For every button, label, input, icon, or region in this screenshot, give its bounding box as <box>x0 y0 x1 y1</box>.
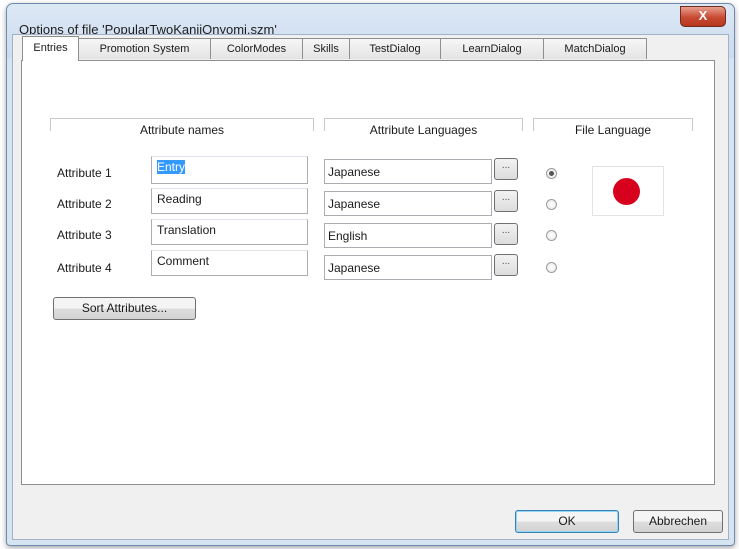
close-button[interactable]: X <box>680 6 726 27</box>
attribute-1-name-input[interactable]: Entry <box>151 156 308 184</box>
attribute-3-name-input[interactable]: Translation <box>151 219 308 245</box>
options-dialog: Options of file 'PopularTwoKanjiOnyomi.s… <box>6 3 735 546</box>
attribute-1-label: Attribute 1 <box>57 166 112 180</box>
tab-entries[interactable]: Entries <box>22 36 79 61</box>
tab-colormodes[interactable]: ColorModes <box>210 38 303 59</box>
tab-promotion-system[interactable]: Promotion System <box>78 38 211 59</box>
attribute-1-name-value: Entry <box>157 160 186 174</box>
tab-learndialog[interactable]: LearnDialog <box>440 38 544 59</box>
attribute-1-language-field[interactable]: Japanese <box>324 159 492 184</box>
header-file-language: File Language <box>533 118 693 141</box>
cancel-button[interactable]: Abbrechen <box>633 510 723 533</box>
attribute-3-file-language-radio[interactable] <box>546 230 557 241</box>
tab-skills[interactable]: Skills <box>302 38 350 59</box>
tab-matchdialog[interactable]: MatchDialog <box>543 38 647 59</box>
attribute-2-language-field[interactable]: Japanese <box>324 191 492 216</box>
tab-testdialog[interactable]: TestDialog <box>349 38 441 59</box>
japan-flag-icon <box>592 166 664 216</box>
header-attribute-names: Attribute names <box>50 118 314 141</box>
attribute-4-file-language-radio[interactable] <box>546 262 557 273</box>
sort-attributes-button[interactable]: Sort Attributes... <box>53 297 196 320</box>
attribute-2-name-input[interactable]: Reading <box>151 188 308 214</box>
attribute-3-language-browse-button[interactable]: ... <box>494 223 518 245</box>
attribute-1-language-browse-button[interactable]: ... <box>494 158 518 180</box>
attribute-2-label: Attribute 2 <box>57 197 112 211</box>
flag-red-disc <box>613 178 640 205</box>
attribute-3-label: Attribute 3 <box>57 228 112 242</box>
attribute-4-name-input[interactable]: Comment <box>151 250 308 276</box>
attribute-4-language-field[interactable]: Japanese <box>324 255 492 280</box>
ok-button[interactable]: OK <box>515 510 619 533</box>
attribute-4-label: Attribute 4 <box>57 261 112 275</box>
attribute-2-file-language-radio[interactable] <box>546 199 557 210</box>
attribute-2-language-browse-button[interactable]: ... <box>494 190 518 212</box>
attribute-3-language-field[interactable]: English <box>324 223 492 248</box>
attribute-4-language-browse-button[interactable]: ... <box>494 254 518 276</box>
header-attribute-languages: Attribute Languages <box>324 118 523 141</box>
attribute-1-file-language-radio[interactable] <box>546 168 557 179</box>
